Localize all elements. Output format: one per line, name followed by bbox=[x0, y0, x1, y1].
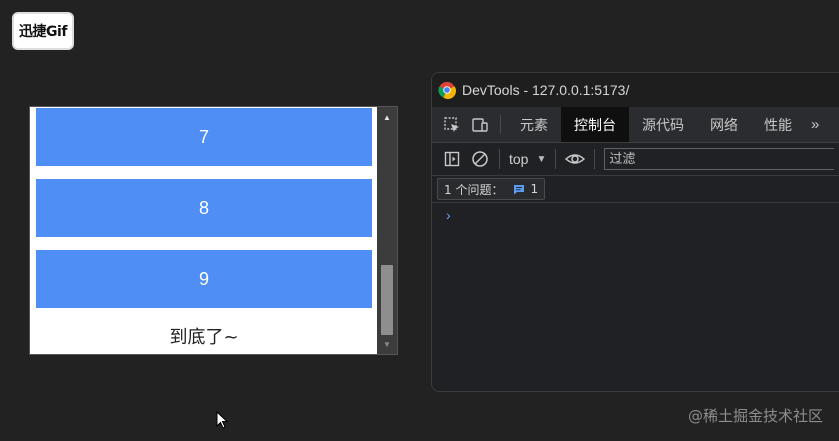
more-tabs-icon[interactable]: » bbox=[805, 107, 819, 142]
toolbar-separator bbox=[594, 149, 596, 169]
tab-performance[interactable]: 性能 bbox=[751, 107, 805, 142]
issues-label: 1 个问题： bbox=[444, 182, 504, 197]
sidebar-toggle-icon[interactable] bbox=[438, 145, 466, 173]
context-selector[interactable]: top ▼ bbox=[505, 151, 550, 167]
clear-console-icon[interactable] bbox=[466, 145, 494, 173]
devtools-tabbar: 元素 控制台 源代码 网络 性能 » bbox=[432, 107, 839, 143]
tab-elements[interactable]: 元素 bbox=[507, 107, 561, 142]
scroll-thumb[interactable] bbox=[381, 265, 393, 335]
tab-console[interactable]: 控制台 bbox=[561, 107, 629, 142]
list-item: 7 bbox=[36, 108, 372, 166]
issues-button[interactable]: 1 个问题： 1 bbox=[437, 178, 546, 200]
screen: 迅捷Gif 7 8 9 到底了~ ▲ ▼ DevTools - 127.0.0.… bbox=[0, 0, 839, 441]
device-toggle-icon[interactable] bbox=[466, 107, 494, 142]
inspect-icon[interactable] bbox=[438, 107, 466, 142]
mobile-preview[interactable]: 7 8 9 到底了~ ▲ ▼ bbox=[29, 106, 398, 355]
scrollbar[interactable]: ▲ ▼ bbox=[377, 107, 397, 354]
scroll-up-arrow-icon[interactable]: ▲ bbox=[377, 109, 397, 125]
footer-watermark: @稀土掘金技术社区 bbox=[687, 407, 823, 425]
scroll-down-arrow-icon[interactable]: ▼ bbox=[377, 336, 397, 352]
issues-bar: 1 个问题： 1 bbox=[432, 176, 839, 203]
chrome-icon bbox=[438, 81, 456, 99]
eye-icon[interactable] bbox=[561, 145, 589, 173]
tab-network[interactable]: 网络 bbox=[697, 107, 751, 142]
cursor-icon bbox=[216, 411, 228, 429]
devtools-title: DevTools - 127.0.0.1:5173/ bbox=[462, 82, 630, 98]
tab-separator bbox=[500, 115, 501, 134]
end-of-list-text: 到底了~ bbox=[169, 327, 239, 348]
issues-count: 1 bbox=[530, 182, 539, 196]
devtools-window: DevTools - 127.0.0.1:5173/ 元素 控制台 源代码 网络… bbox=[431, 72, 839, 392]
tab-sources[interactable]: 源代码 bbox=[629, 107, 697, 142]
console-prompt-icon[interactable]: › bbox=[446, 207, 451, 223]
context-selector-value: top bbox=[509, 151, 529, 167]
devtools-titlebar: DevTools - 127.0.0.1:5173/ bbox=[432, 73, 839, 107]
list-item: 8 bbox=[36, 179, 372, 237]
issue-message-icon bbox=[514, 184, 525, 194]
watermark-badge: 迅捷Gif bbox=[12, 12, 74, 50]
filter-input[interactable] bbox=[604, 148, 835, 170]
toolbar-separator bbox=[499, 149, 500, 169]
list-item: 9 bbox=[36, 250, 372, 308]
dropdown-caret-icon: ▼ bbox=[536, 153, 547, 165]
console-toolbar: top ▼ bbox=[432, 143, 839, 176]
watermark-badge-text: 迅捷Gif bbox=[19, 24, 67, 40]
toolbar-separator bbox=[555, 149, 557, 169]
